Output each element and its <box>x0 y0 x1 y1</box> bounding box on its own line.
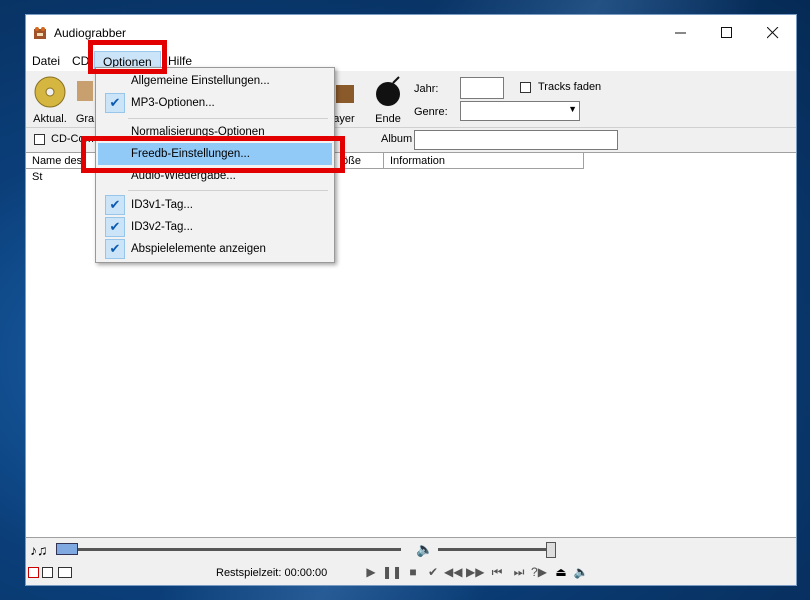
status-box-icon[interactable] <box>42 567 53 578</box>
menu-item-show-player-controls[interactable]: ✔ Abspielelemente anzeigen <box>98 238 332 260</box>
rewind-icon[interactable]: ◀◀ <box>444 565 462 579</box>
highlight-box-optionen <box>88 40 167 74</box>
volume-handle[interactable] <box>546 542 556 558</box>
menu-separator <box>128 118 328 119</box>
cd-comp-checkbox[interactable] <box>34 134 45 145</box>
pause-icon[interactable]: ❚❚ <box>382 565 402 579</box>
play-icon[interactable]: ▶ <box>362 565 380 579</box>
close-icon <box>767 27 779 39</box>
checkmark-icon: ✔ <box>105 239 125 259</box>
menu-item-id3v2[interactable]: ✔ ID3v2-Tag... <box>98 216 332 238</box>
end-button[interactable]: Ende <box>366 75 410 125</box>
status-hash-icon[interactable] <box>58 567 72 578</box>
forward-icon[interactable]: ▶▶ <box>466 565 484 579</box>
year-label: Jahr: <box>414 83 439 95</box>
prev-track-icon[interactable]: ⏮ <box>488 565 506 580</box>
minimize-icon <box>675 32 686 34</box>
menu-datei[interactable]: Datei <box>32 54 60 68</box>
app-icon <box>34 27 46 39</box>
year-field[interactable] <box>460 77 504 99</box>
tracks-fade-label: Tracks faden <box>538 81 602 93</box>
mute-icon[interactable]: 🔈 <box>572 565 590 579</box>
checkmark-icon: ✔ <box>105 93 125 113</box>
menu-separator <box>128 190 328 191</box>
menu-item-id3v1[interactable]: ✔ ID3v1-Tag... <box>98 194 332 216</box>
status-row: Restspielzeit: 00:00:00 ▶ ❚❚ ■ ✔ ◀◀ ▶▶ ⏮… <box>26 561 796 585</box>
eject-icon[interactable]: ⏏ <box>552 565 570 579</box>
checkmark-icon: ✔ <box>105 195 125 215</box>
seek-handle[interactable] <box>56 543 78 555</box>
next-track-icon[interactable]: ⏭ <box>510 565 528 580</box>
grab-icon <box>77 81 93 101</box>
chevron-down-icon: ▼ <box>568 104 577 114</box>
seek-slider[interactable] <box>56 548 401 551</box>
album-field[interactable] <box>414 130 618 150</box>
album-label: Album <box>381 133 413 145</box>
refresh-label: Aktual. <box>33 113 67 125</box>
checkmark-icon: ✔ <box>105 217 125 237</box>
status-check-icon[interactable] <box>28 567 39 578</box>
random-icon[interactable]: ?▶ <box>530 565 548 579</box>
speaker-icon: 🔈 <box>416 541 434 557</box>
volume-slider[interactable] <box>438 548 550 551</box>
col-information[interactable]: Information <box>384 153 584 169</box>
bomb-icon <box>376 76 400 106</box>
eject-track-icon[interactable]: ✔ <box>424 565 442 579</box>
grab-button[interactable]: Gra <box>74 75 96 125</box>
music-note-icon: ♪♫ <box>30 542 48 558</box>
menu-item-mp3-options[interactable]: ✔ MP3-Optionen... <box>98 92 332 114</box>
genre-select[interactable]: ▼ <box>460 101 580 121</box>
minimize-button[interactable] <box>658 15 704 51</box>
menu-cd[interactable]: CD <box>72 54 89 68</box>
close-button[interactable] <box>750 15 796 51</box>
highlight-box-freedb <box>81 136 345 173</box>
remaining-time: Restspielzeit: 00:00:00 <box>216 567 328 579</box>
grab-label: Gra <box>75 113 95 125</box>
tracks-fade-checkbox[interactable] <box>520 82 531 93</box>
stop-icon[interactable]: ■ <box>404 565 422 579</box>
maximize-button[interactable] <box>704 15 750 51</box>
window-title: Audiograbber <box>54 26 127 40</box>
seek-bar-row: ♪♫ 🔈 <box>26 537 796 562</box>
menu-hilfe[interactable]: Hilfe <box>168 54 192 68</box>
player-icon <box>336 85 354 103</box>
cd-icon <box>34 76 66 108</box>
maximize-icon <box>721 27 732 38</box>
genre-label: Genre: <box>414 106 448 118</box>
end-label: Ende <box>375 113 401 125</box>
refresh-button[interactable]: Aktual. <box>28 75 72 125</box>
